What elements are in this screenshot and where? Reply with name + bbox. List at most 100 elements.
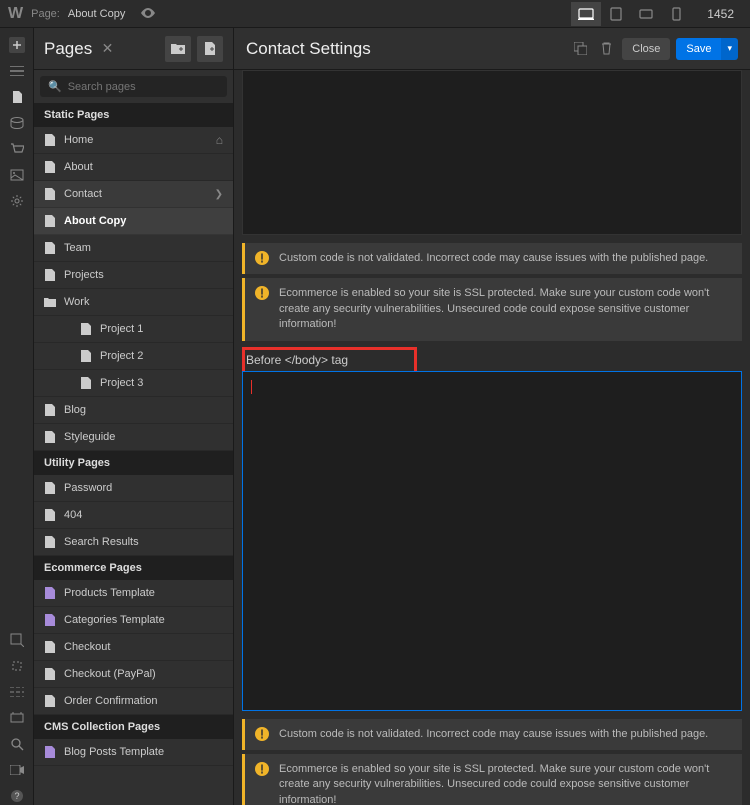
- page-item-label: Password: [64, 482, 223, 494]
- page-icon: [44, 694, 56, 708]
- device-desktop-icon[interactable]: [571, 2, 601, 26]
- page-icon: [44, 187, 56, 201]
- panel-title: Pages: [44, 39, 96, 59]
- device-tablet-icon[interactable]: [601, 2, 631, 26]
- page-item[interactable]: Password: [34, 475, 233, 502]
- body-code-editor[interactable]: [242, 371, 742, 711]
- warning-custom-code-2: Custom code is not validated. Incorrect …: [242, 719, 742, 750]
- tool-icon-3[interactable]: [8, 683, 26, 701]
- copy-icon[interactable]: [570, 39, 590, 59]
- topbar: W Page: About Copy 1452: [0, 0, 750, 28]
- warning-icon: [255, 727, 269, 741]
- page-item-label: Project 1: [100, 323, 223, 335]
- close-button[interactable]: Close: [622, 38, 670, 60]
- page-item[interactable]: Project 3: [34, 370, 233, 397]
- close-panel-icon[interactable]: ✕: [102, 40, 114, 57]
- page-icon: [44, 613, 56, 627]
- page-icon: [44, 745, 56, 759]
- device-tablet-landscape-icon[interactable]: [631, 2, 661, 26]
- page-item[interactable]: Checkout (PayPal): [34, 661, 233, 688]
- folder-icon: [44, 295, 56, 309]
- page-item[interactable]: Project 2: [34, 343, 233, 370]
- page-icon: [44, 214, 56, 228]
- page-icon: [44, 535, 56, 549]
- warning-ssl: Ecommerce is enabled so your site is SSL…: [242, 278, 742, 340]
- before-body-label: Before </body> tag: [246, 353, 738, 367]
- page-item[interactable]: Search Results: [34, 529, 233, 556]
- page-item-label: Checkout (PayPal): [64, 668, 223, 680]
- svg-text:?: ?: [14, 791, 19, 801]
- pages-icon[interactable]: [8, 88, 26, 106]
- delete-icon[interactable]: [596, 39, 616, 59]
- page-item-label: About Copy: [64, 215, 223, 227]
- page-icon: [44, 430, 56, 444]
- warning-icon: [255, 251, 269, 265]
- page-item-label: Checkout: [64, 641, 223, 653]
- cms-icon[interactable]: [8, 114, 26, 132]
- page-item[interactable]: 404: [34, 502, 233, 529]
- assets-icon[interactable]: [8, 166, 26, 184]
- page-name: About Copy: [68, 8, 125, 20]
- page-item[interactable]: Blog: [34, 397, 233, 424]
- page-item[interactable]: Team: [34, 235, 233, 262]
- tool-icon-1[interactable]: [8, 631, 26, 649]
- help-icon[interactable]: ?: [8, 787, 26, 805]
- settings-title: Contact Settings: [246, 39, 570, 59]
- video-icon[interactable]: [8, 761, 26, 779]
- add-element-icon[interactable]: [8, 36, 26, 54]
- page-item[interactable]: About Copy: [34, 208, 233, 235]
- page-icon: [44, 268, 56, 282]
- page-item-label: Products Template: [64, 587, 223, 599]
- page-item[interactable]: About: [34, 154, 233, 181]
- page-item[interactable]: Checkout: [34, 634, 233, 661]
- page-item[interactable]: Work: [34, 289, 233, 316]
- page-item-label: 404: [64, 509, 223, 521]
- chevron-right-icon: ❯: [215, 189, 223, 200]
- page-item[interactable]: Styleguide: [34, 424, 233, 451]
- page-label: Page:: [31, 8, 60, 20]
- page-item[interactable]: Order Confirmation: [34, 688, 233, 715]
- page-icon: [44, 403, 56, 417]
- page-item-label: Project 2: [100, 350, 223, 362]
- navigator-icon[interactable]: [8, 62, 26, 80]
- page-item-label: Search Results: [64, 536, 223, 548]
- preview-icon[interactable]: [141, 7, 155, 21]
- page-icon: [44, 586, 56, 600]
- page-icon: [80, 376, 92, 390]
- page-item[interactable]: Projects: [34, 262, 233, 289]
- page-item-label: Styleguide: [64, 431, 223, 443]
- search-icon[interactable]: [8, 735, 26, 753]
- page-item-label: Contact: [64, 188, 207, 200]
- new-page-button[interactable]: [197, 36, 223, 62]
- page-icon: [44, 640, 56, 654]
- page-icon: [44, 508, 56, 522]
- settings-icon[interactable]: [8, 192, 26, 210]
- ecommerce-icon[interactable]: [8, 140, 26, 158]
- webflow-logo[interactable]: W: [8, 5, 23, 23]
- tool-icon-4[interactable]: [8, 709, 26, 727]
- home-icon: ⌂: [216, 133, 223, 147]
- device-mobile-icon[interactable]: [661, 2, 691, 26]
- page-icon: [44, 160, 56, 174]
- page-item[interactable]: Categories Template: [34, 607, 233, 634]
- save-dropdown-icon[interactable]: ▾: [721, 38, 738, 60]
- head-code-editor[interactable]: [242, 70, 742, 235]
- page-item-label: Blog: [64, 404, 223, 416]
- search-pages-input[interactable]: 🔍: [40, 76, 227, 97]
- page-item[interactable]: Home⌂: [34, 127, 233, 154]
- new-folder-button[interactable]: [165, 36, 191, 62]
- page-item[interactable]: Products Template: [34, 580, 233, 607]
- tool-icon-2[interactable]: [8, 657, 26, 675]
- page-icon: [44, 241, 56, 255]
- page-item-label: Projects: [64, 269, 223, 281]
- page-item-label: About: [64, 161, 223, 173]
- save-button[interactable]: Save: [676, 38, 721, 60]
- warning-ssl-2: Ecommerce is enabled so your site is SSL…: [242, 754, 742, 805]
- page-item-label: Order Confirmation: [64, 695, 223, 707]
- page-icon: [44, 667, 56, 681]
- page-item[interactable]: Project 1: [34, 316, 233, 343]
- search-icon: 🔍: [48, 80, 62, 93]
- page-item[interactable]: Contact ❯: [34, 181, 233, 208]
- page-icon: [80, 322, 92, 336]
- page-item[interactable]: Blog Posts Template: [34, 739, 233, 766]
